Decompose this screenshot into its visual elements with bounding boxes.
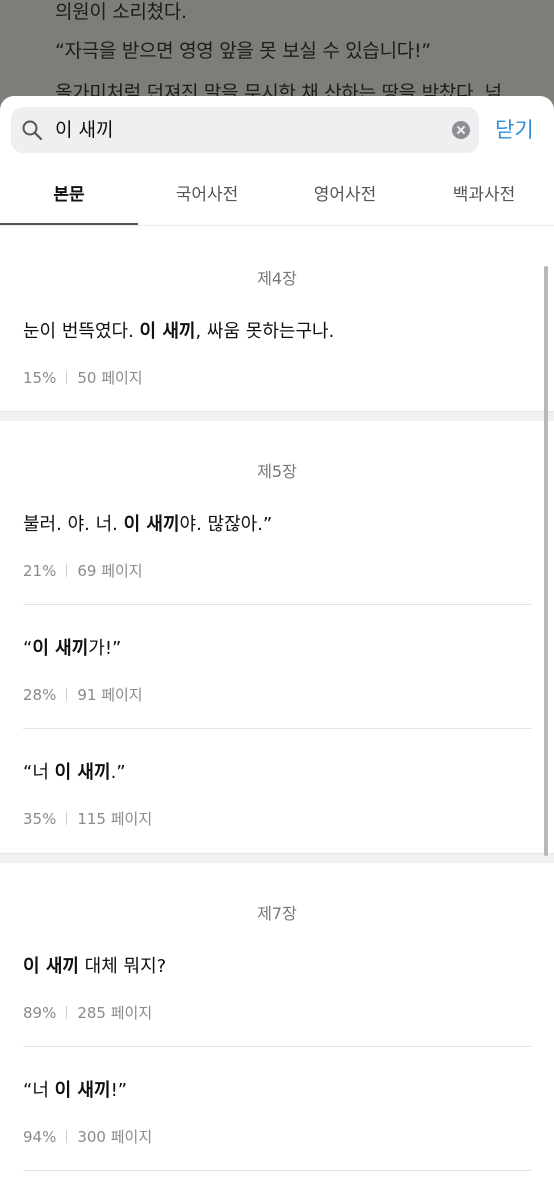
search-match: 이 새끼 [139,321,196,342]
search-result[interactable]: 불러. 야. 너. 이 새끼야. 많잖아.” [23,510,272,536]
result-location: 94% 300 페이지 [23,1126,152,1147]
chapter-separator [0,853,554,863]
search-match: 이 새끼 [54,1080,111,1101]
search-box[interactable]: 이 새끼 [11,107,479,153]
result-location: 35% 115 페이지 [23,808,152,829]
divider [23,1170,531,1171]
search-result[interactable]: “너 이 새끼!” [23,1076,127,1102]
search-input[interactable]: 이 새끼 [55,107,435,153]
divider [23,728,531,729]
result-percent: 15% [23,369,57,387]
result-page: 50 페이지 [77,369,143,387]
search-match: 이 새끼 [23,956,79,977]
result-page: 115 페이지 [77,810,153,828]
tab-body-text[interactable]: 본문 [0,166,138,224]
result-percent: 89% [23,1004,57,1022]
result-location: 15% 50 페이지 [23,367,143,388]
result-percent: 94% [23,1128,57,1146]
divider [23,1046,531,1047]
result-page: 300 페이지 [77,1128,153,1146]
chapter-title: 제5장 [257,462,297,481]
search-result[interactable]: “너 이 새끼.” [23,758,126,784]
tab-korean-dictionary[interactable]: 국어사전 [138,166,276,224]
scrollbar[interactable] [544,266,548,856]
reader-text-line: “자극을 받으면 영영 앞을 못 보실 수 있습니다!” [55,40,431,62]
result-percent: 28% [23,686,57,704]
result-page: 285 페이지 [77,1004,153,1022]
tab-english-dictionary[interactable]: 영어사전 [276,166,414,224]
result-page: 69 페이지 [77,562,143,580]
divider [23,604,531,605]
result-percent: 21% [23,562,57,580]
search-sheet: 이 새끼 닫기 본문 국어사전 영어사전 백과사전 제4장 눈이 번뜩였다. 이… [0,96,554,1200]
chapter-title: 제7장 [257,904,297,923]
search-result[interactable]: 이 새끼 대체 뭐지? [23,952,166,978]
search-result[interactable]: 눈이 번뜩였다. 이 새끼, 싸움 못하는구나. [23,317,334,343]
result-page: 91 페이지 [77,686,143,704]
tab-encyclopedia[interactable]: 백과사전 [414,166,554,224]
result-percent: 35% [23,810,57,828]
result-location: 28% 91 페이지 [23,684,143,705]
search-match: 이 새끼 [123,514,180,535]
chapter-separator [0,411,554,421]
search-match: 이 새끼 [32,638,89,659]
result-location: 21% 69 페이지 [23,560,143,581]
chapter-title: 제4장 [257,269,297,288]
result-location: 89% 285 페이지 [23,1002,152,1023]
divider [0,225,554,226]
clear-icon[interactable] [452,121,470,139]
search-result[interactable]: “이 새끼가!” [23,634,121,660]
search-match: 이 새끼 [54,762,111,783]
search-icon [22,120,43,141]
tab-bar: 본문 국어사전 영어사전 백과사전 [0,166,554,224]
reader-text-line: 의원이 소리쳤다. [55,1,187,23]
close-button[interactable]: 닫기 [495,114,534,144]
